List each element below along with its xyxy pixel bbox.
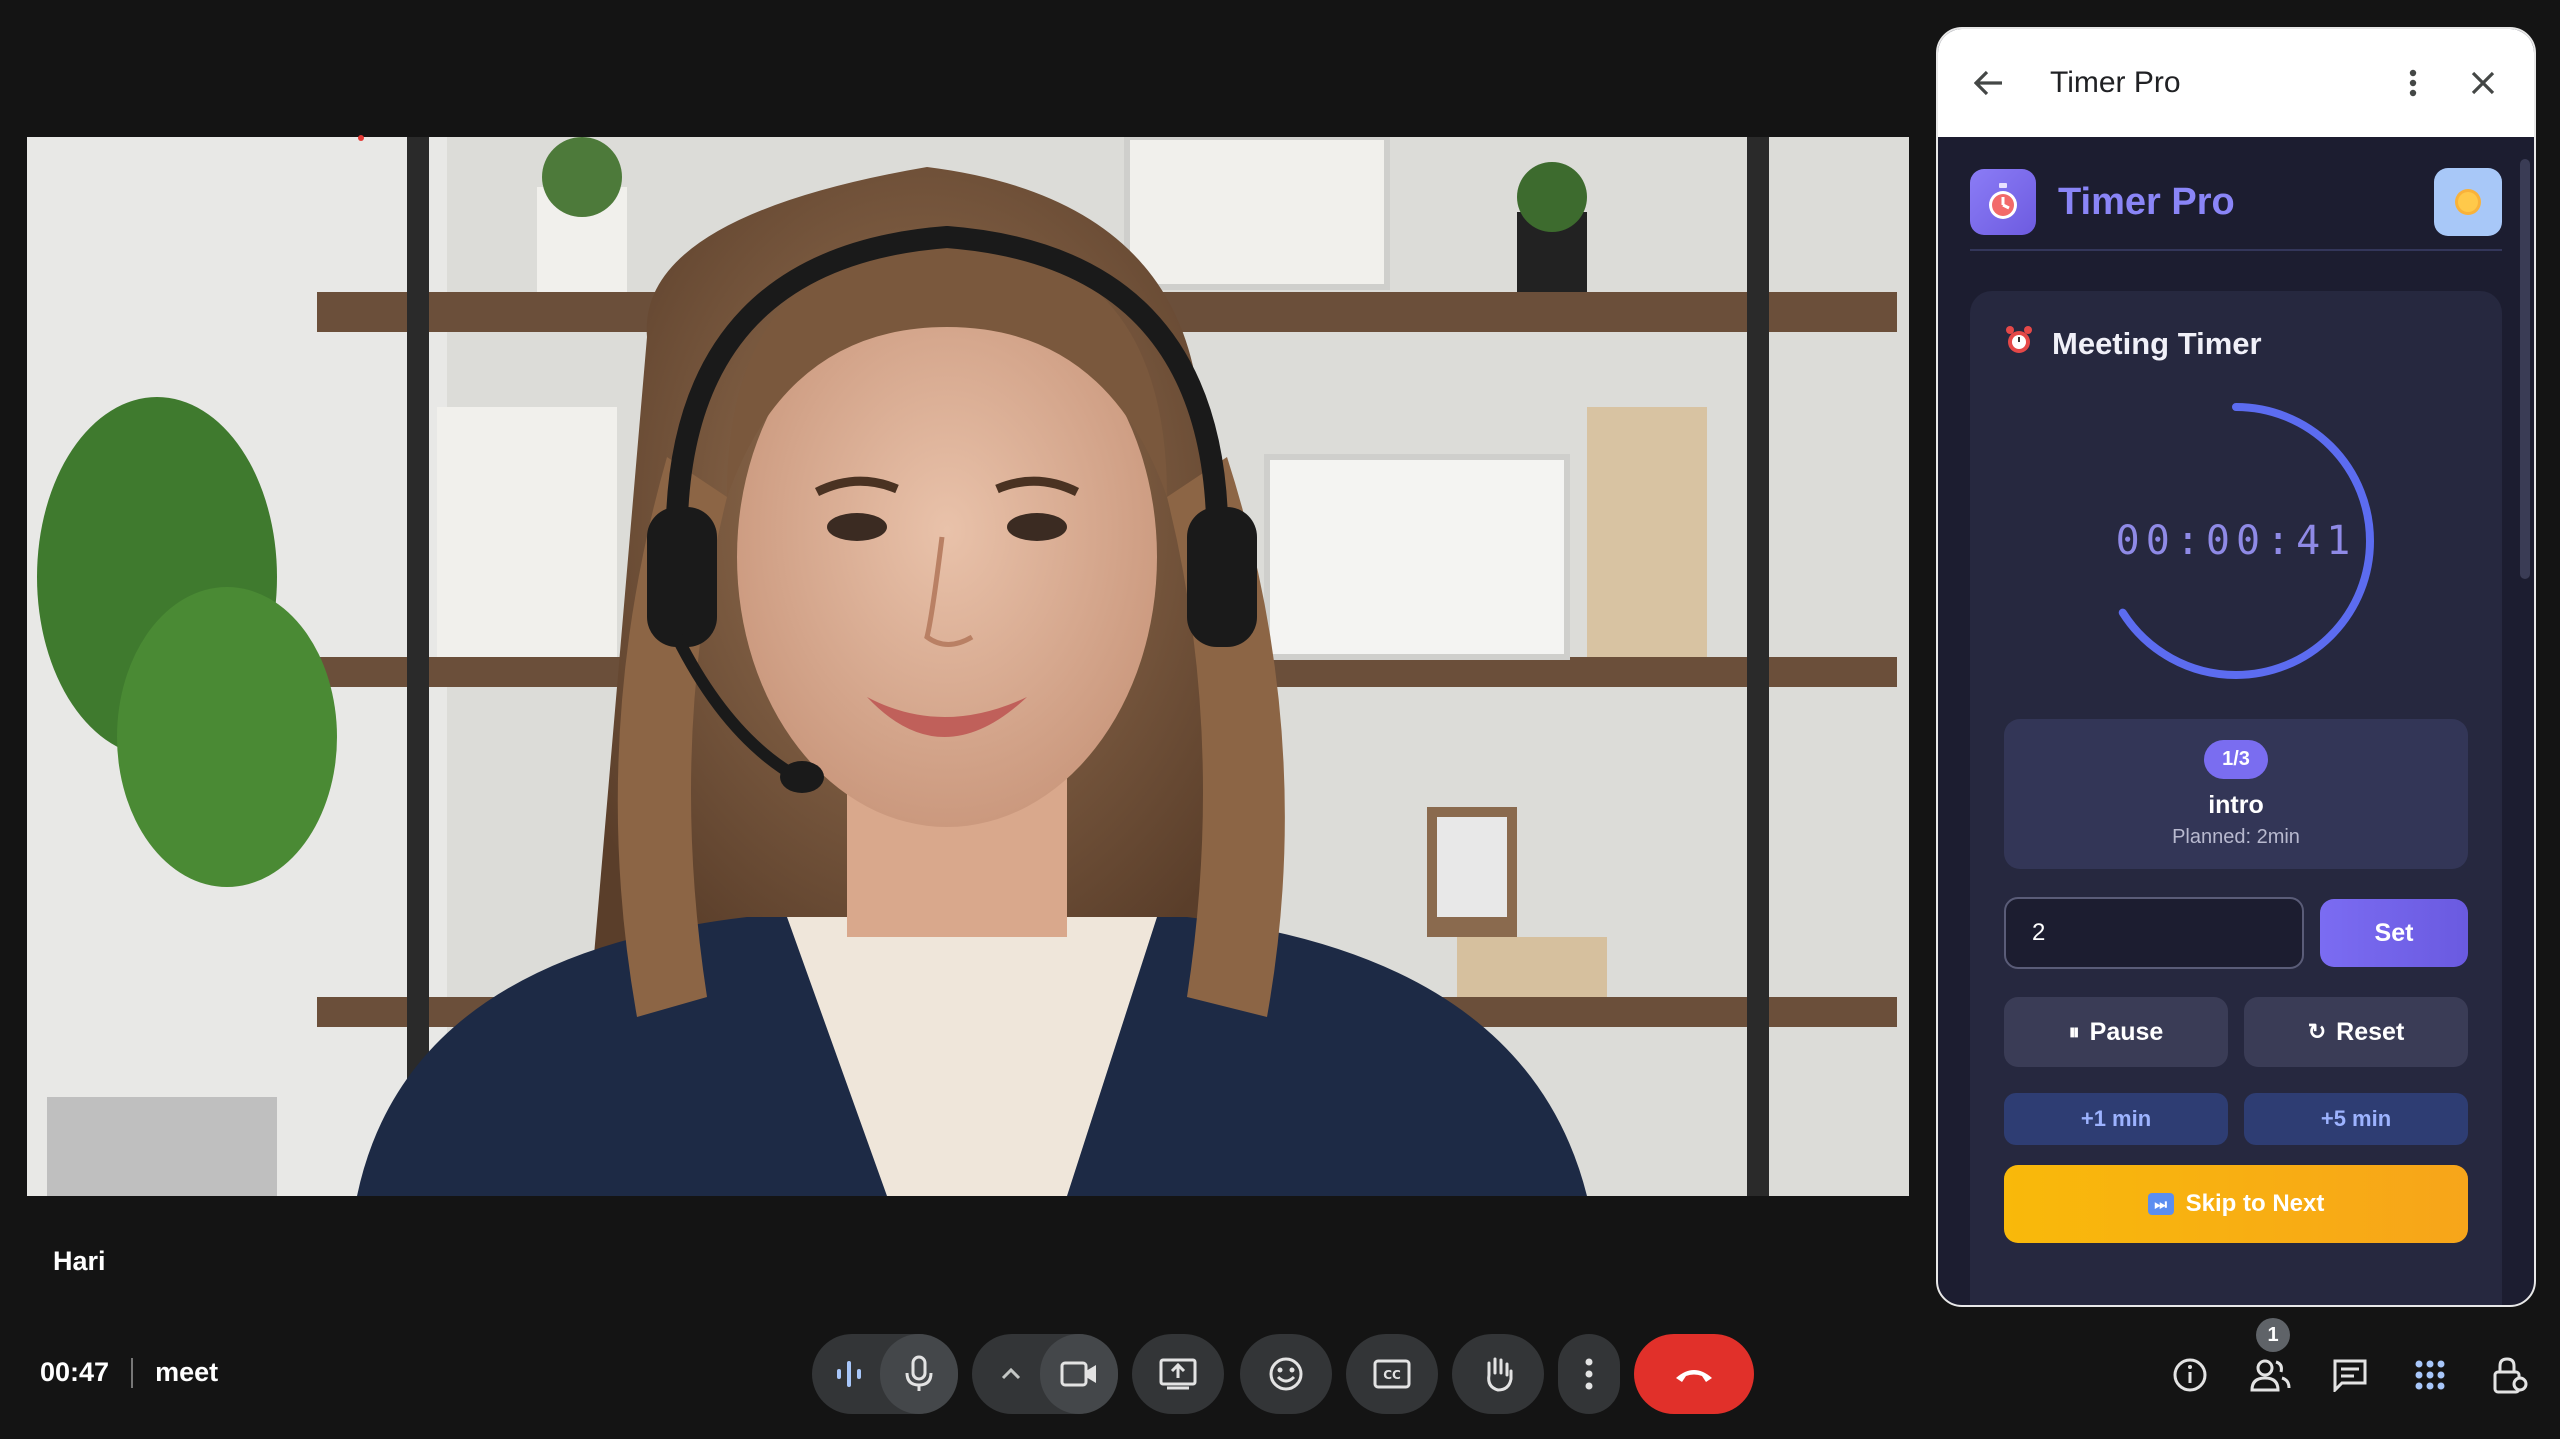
- arrow-back-icon: [1974, 70, 2002, 96]
- panel-more-button[interactable]: [2390, 60, 2436, 106]
- audio-levels-icon[interactable]: [834, 1357, 864, 1391]
- close-icon: [2471, 71, 2495, 95]
- people-button[interactable]: 1: [2230, 1318, 2310, 1400]
- mic-button[interactable]: [880, 1334, 958, 1414]
- pause-label: Pause: [2089, 1017, 2164, 1046]
- add-1-min-button[interactable]: +1 min: [2004, 1093, 2228, 1145]
- set-minutes-row: Set: [2004, 897, 2468, 969]
- add-5-min-button[interactable]: +5 min: [2244, 1093, 2468, 1145]
- chat-icon: [2333, 1359, 2367, 1392]
- side-controls: 1: [2150, 1318, 2550, 1400]
- camera-icon: [1060, 1361, 1096, 1387]
- host-controls-button[interactable]: [2470, 1350, 2550, 1400]
- info-icon: [2173, 1358, 2207, 1392]
- more-vert-icon: [1585, 1358, 1593, 1390]
- people-icon: [2250, 1359, 2291, 1392]
- svg-text:CC: CC: [1383, 1368, 1401, 1382]
- present-icon: [1159, 1358, 1197, 1390]
- chevron-up-icon[interactable]: [1000, 1367, 1022, 1381]
- raise-hand-button[interactable]: [1452, 1334, 1544, 1414]
- panel-header: Timer Pro: [1938, 29, 2534, 137]
- emoji-icon: [1269, 1357, 1303, 1391]
- timer-actions-row: ⏸ Pause ↻ Reset: [2004, 997, 2468, 1067]
- end-call-button[interactable]: [1634, 1334, 1754, 1414]
- segment-planned: Planned: 2min: [2172, 825, 2300, 848]
- activities-button[interactable]: [2390, 1350, 2470, 1400]
- skip-label: Skip to Next: [2185, 1190, 2325, 1217]
- reset-button[interactable]: ↻ Reset: [2244, 997, 2468, 1067]
- reactions-button[interactable]: [1240, 1334, 1332, 1414]
- timer-side-panel: Timer Pro Timer Pro Meeting Timer 00:00:…: [1936, 27, 2536, 1307]
- reset-icon: ↻: [2307, 1019, 2327, 1044]
- people-count-badge: 1: [2256, 1318, 2290, 1352]
- captions-button[interactable]: CC: [1346, 1334, 1438, 1414]
- set-button[interactable]: Set: [2320, 899, 2468, 967]
- pause-button[interactable]: ⏸ Pause: [2004, 997, 2228, 1067]
- alarm-clock-icon: [2004, 325, 2034, 363]
- skip-to-next-button[interactable]: ⏭ Skip to Next: [2004, 1165, 2468, 1243]
- theme-toggle-button[interactable]: [2434, 168, 2502, 236]
- skip-next-icon: ⏭: [2147, 1193, 2174, 1215]
- stopwatch-logo-icon: [1970, 169, 2036, 235]
- back-button[interactable]: [1966, 60, 2012, 106]
- pause-icon: ⏸: [2068, 1019, 2080, 1044]
- panel-body: Timer Pro Meeting Timer 00:00:41 1/3 int…: [1938, 137, 2534, 1305]
- chat-button[interactable]: [2310, 1350, 2390, 1400]
- present-button[interactable]: [1132, 1334, 1224, 1414]
- meeting-timer-card: Meeting Timer 00:00:41 1/3 intro Planned…: [1970, 291, 2502, 1305]
- segment-index-badge: 1/3: [2204, 739, 2268, 779]
- participant-name: Hari: [53, 1246, 106, 1276]
- add-time-row: +1 min +5 min: [2004, 1093, 2468, 1145]
- card-title-text: Meeting Timer: [2052, 326, 2262, 361]
- sun-icon: [2455, 189, 2481, 215]
- card-title: Meeting Timer: [2004, 325, 2468, 363]
- reset-label: Reset: [2336, 1017, 2405, 1046]
- minutes-input[interactable]: [2004, 897, 2304, 969]
- segment-name: intro: [2208, 790, 2264, 819]
- more-vert-icon: [2409, 69, 2417, 97]
- app-header: Timer Pro: [1970, 155, 2502, 251]
- timer-display: 00:00:41: [2115, 518, 2357, 564]
- apps-grid-icon: [2415, 1360, 2445, 1390]
- camera-button[interactable]: [1040, 1334, 1118, 1414]
- current-segment: 1/3 intro Planned: 2min: [2004, 719, 2468, 869]
- raise-hand-icon: [1487, 1357, 1513, 1392]
- participant-video: [27, 137, 1909, 1196]
- video-frame: [27, 137, 1909, 1196]
- timer-ring: 00:00:41: [2086, 391, 2386, 691]
- app-name: Timer Pro: [2058, 180, 2235, 223]
- captions-icon: CC: [1373, 1359, 1411, 1389]
- lock-person-icon: [2493, 1357, 2528, 1394]
- mic-icon: [905, 1355, 933, 1391]
- meeting-details-button[interactable]: [2150, 1350, 2230, 1400]
- call-controls: CC: [0, 1334, 1920, 1414]
- panel-title: Timer Pro: [2050, 66, 2181, 99]
- end-call-icon: [1676, 1370, 1712, 1382]
- panel-scrollbar[interactable]: [2520, 159, 2530, 579]
- more-options-button[interactable]: [1558, 1334, 1620, 1414]
- panel-close-button[interactable]: [2460, 60, 2506, 106]
- recording-dot: [358, 135, 364, 141]
